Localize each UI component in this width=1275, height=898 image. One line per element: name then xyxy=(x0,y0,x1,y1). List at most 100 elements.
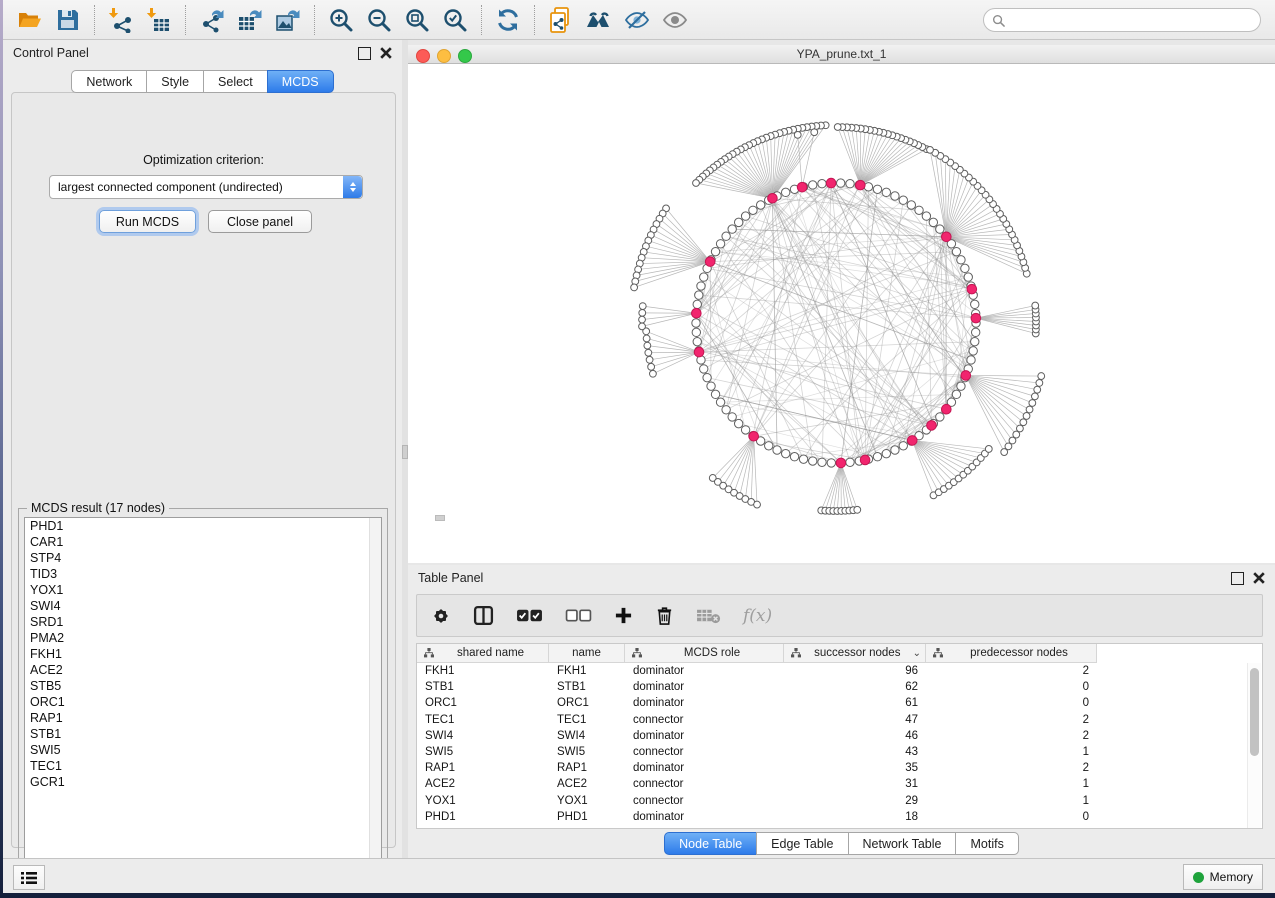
table-scrollbar[interactable] xyxy=(1247,663,1261,828)
result-item[interactable]: PHD1 xyxy=(25,518,381,534)
result-item[interactable]: ACE2 xyxy=(25,662,381,678)
save-session-icon[interactable] xyxy=(49,3,87,37)
table-panel-title: Table Panel xyxy=(418,571,483,585)
result-item[interactable]: YOX1 xyxy=(25,582,381,598)
table-row[interactable]: ACE2ACE2connector311 xyxy=(417,776,1249,792)
column-header-shared-name[interactable]: shared name xyxy=(417,644,549,662)
result-item[interactable]: STP4 xyxy=(25,550,381,566)
network-graph[interactable] xyxy=(408,64,1275,563)
table-row[interactable]: YOX1YOX1connector291 xyxy=(417,793,1249,809)
table-row[interactable]: ORC1ORC1dominator610 xyxy=(417,695,1249,711)
show-columns-icon[interactable] xyxy=(473,605,494,626)
add-row-icon[interactable] xyxy=(614,606,633,625)
zoom-selected-icon[interactable] xyxy=(436,3,474,37)
zoom-in-icon[interactable] xyxy=(322,3,360,37)
result-item[interactable]: ORC1 xyxy=(25,694,381,710)
cell-mcds_role: dominator xyxy=(625,762,784,774)
control-panel-tabs: NetworkStyleSelectMCDS xyxy=(3,70,402,93)
result-item[interactable]: STB1 xyxy=(25,726,381,742)
result-item[interactable]: FKH1 xyxy=(25,646,381,662)
import-network-icon[interactable] xyxy=(102,3,140,37)
criterion-dropdown[interactable]: largest connected component (undirected) xyxy=(49,175,363,199)
table-scrollbar-thumb[interactable] xyxy=(1250,668,1259,756)
result-item[interactable]: PMA2 xyxy=(25,630,381,646)
table-settings-icon[interactable] xyxy=(431,606,451,626)
result-item[interactable]: GCR1 xyxy=(25,774,381,790)
float-panel-icon[interactable] xyxy=(358,47,371,60)
column-header-name[interactable]: name xyxy=(549,644,625,662)
zoom-out-icon[interactable] xyxy=(360,3,398,37)
result-item[interactable]: STB5 xyxy=(25,678,381,694)
result-item[interactable]: SWI4 xyxy=(25,598,381,614)
show-graphics-details-icon[interactable] xyxy=(656,3,694,37)
control-panel-titlebar: Control Panel xyxy=(3,40,402,66)
toolbar-separator xyxy=(481,5,482,35)
table-row[interactable]: TEC1TEC1connector472 xyxy=(417,712,1249,728)
search-network-icon[interactable] xyxy=(580,3,618,37)
network-from-document-icon[interactable] xyxy=(542,3,580,37)
cell-successor_nodes: 18 xyxy=(784,811,926,823)
task-history-button[interactable] xyxy=(13,865,45,890)
result-item[interactable]: SWI5 xyxy=(25,742,381,758)
hierarchy-icon xyxy=(933,648,943,658)
cell-predecessor_nodes: 0 xyxy=(926,697,1097,709)
result-item[interactable]: SRD1 xyxy=(25,614,381,630)
network-canvas[interactable] xyxy=(408,64,1275,563)
table-row[interactable]: FKH1FKH1dominator962 xyxy=(417,663,1249,679)
tab-edge-table[interactable]: Edge Table xyxy=(756,832,847,855)
search-input[interactable] xyxy=(1010,12,1252,28)
result-item[interactable]: TEC1 xyxy=(25,758,381,774)
horizontal-splitter-grip[interactable] xyxy=(435,515,445,521)
float-panel-icon[interactable] xyxy=(1231,572,1244,585)
cell-mcds_role: dominator xyxy=(625,681,784,693)
cell-successor_nodes: 35 xyxy=(784,762,926,774)
network-search-box xyxy=(983,8,1261,32)
unselect-all-icon[interactable] xyxy=(565,607,592,624)
tab-select[interactable]: Select xyxy=(203,70,267,93)
column-header-predecessor-nodes[interactable]: predecessor nodes xyxy=(926,644,1097,662)
table-row[interactable]: PHD1PHD1dominator180 xyxy=(417,809,1249,825)
sort-indicator-icon[interactable]: ⌄ xyxy=(913,648,921,659)
table-row[interactable]: STB1STB1dominator620 xyxy=(417,679,1249,695)
column-header-successor-nodes[interactable]: successor nodes⌄ xyxy=(784,644,926,662)
select-all-icon[interactable] xyxy=(516,607,543,624)
tab-mcds[interactable]: MCDS xyxy=(267,70,334,93)
close-panel-button[interactable]: Close panel xyxy=(208,210,312,233)
cell-predecessor_nodes: 2 xyxy=(926,714,1097,726)
table-row[interactable]: SWI5SWI5connector431 xyxy=(417,744,1249,760)
result-list-scrollbar[interactable] xyxy=(369,518,381,874)
tab-motifs[interactable]: Motifs xyxy=(955,832,1018,855)
zoom-fit-icon[interactable] xyxy=(398,3,436,37)
column-label: name xyxy=(553,647,620,659)
export-table-icon[interactable] xyxy=(231,3,269,37)
tab-node-table[interactable]: Node Table xyxy=(664,832,756,855)
toolbar-separator xyxy=(534,5,535,35)
tab-style[interactable]: Style xyxy=(146,70,203,93)
delete-rows-icon[interactable] xyxy=(655,605,674,626)
update-view-icon[interactable] xyxy=(489,3,527,37)
import-table-icon[interactable] xyxy=(140,3,178,37)
tab-network[interactable]: Network xyxy=(71,70,146,93)
cell-shared_name: TEC1 xyxy=(417,714,549,726)
result-item[interactable]: RAP1 xyxy=(25,710,381,726)
control-panel: Control Panel NetworkStyleSelectMCDS Opt… xyxy=(3,40,402,858)
column-header-MCDS-role[interactable]: MCDS role xyxy=(625,644,784,662)
tab-network-table[interactable]: Network Table xyxy=(848,832,956,855)
cell-name: RAP1 xyxy=(549,762,625,774)
result-item[interactable]: TID3 xyxy=(25,566,381,582)
table-row[interactable]: SWI4SWI4dominator462 xyxy=(417,728,1249,744)
export-network-icon[interactable] xyxy=(193,3,231,37)
open-file-icon[interactable] xyxy=(11,3,49,37)
memory-button[interactable]: Memory xyxy=(1183,864,1263,890)
table-row[interactable]: RAP1RAP1dominator352 xyxy=(417,760,1249,776)
memory-label: Memory xyxy=(1210,870,1253,884)
cell-shared_name: FKH1 xyxy=(417,665,549,677)
export-image-icon[interactable] xyxy=(269,3,307,37)
close-panel-icon[interactable] xyxy=(1253,572,1265,584)
hide-graphics-details-icon[interactable] xyxy=(618,3,656,37)
cell-predecessor_nodes: 2 xyxy=(926,730,1097,742)
close-panel-icon[interactable] xyxy=(380,47,392,59)
mcds-result-list: PHD1CAR1STP4TID3YOX1SWI4SRD1PMA2FKH1ACE2… xyxy=(24,517,382,875)
result-item[interactable]: CAR1 xyxy=(25,534,381,550)
run-mcds-button[interactable]: Run MCDS xyxy=(99,210,196,233)
